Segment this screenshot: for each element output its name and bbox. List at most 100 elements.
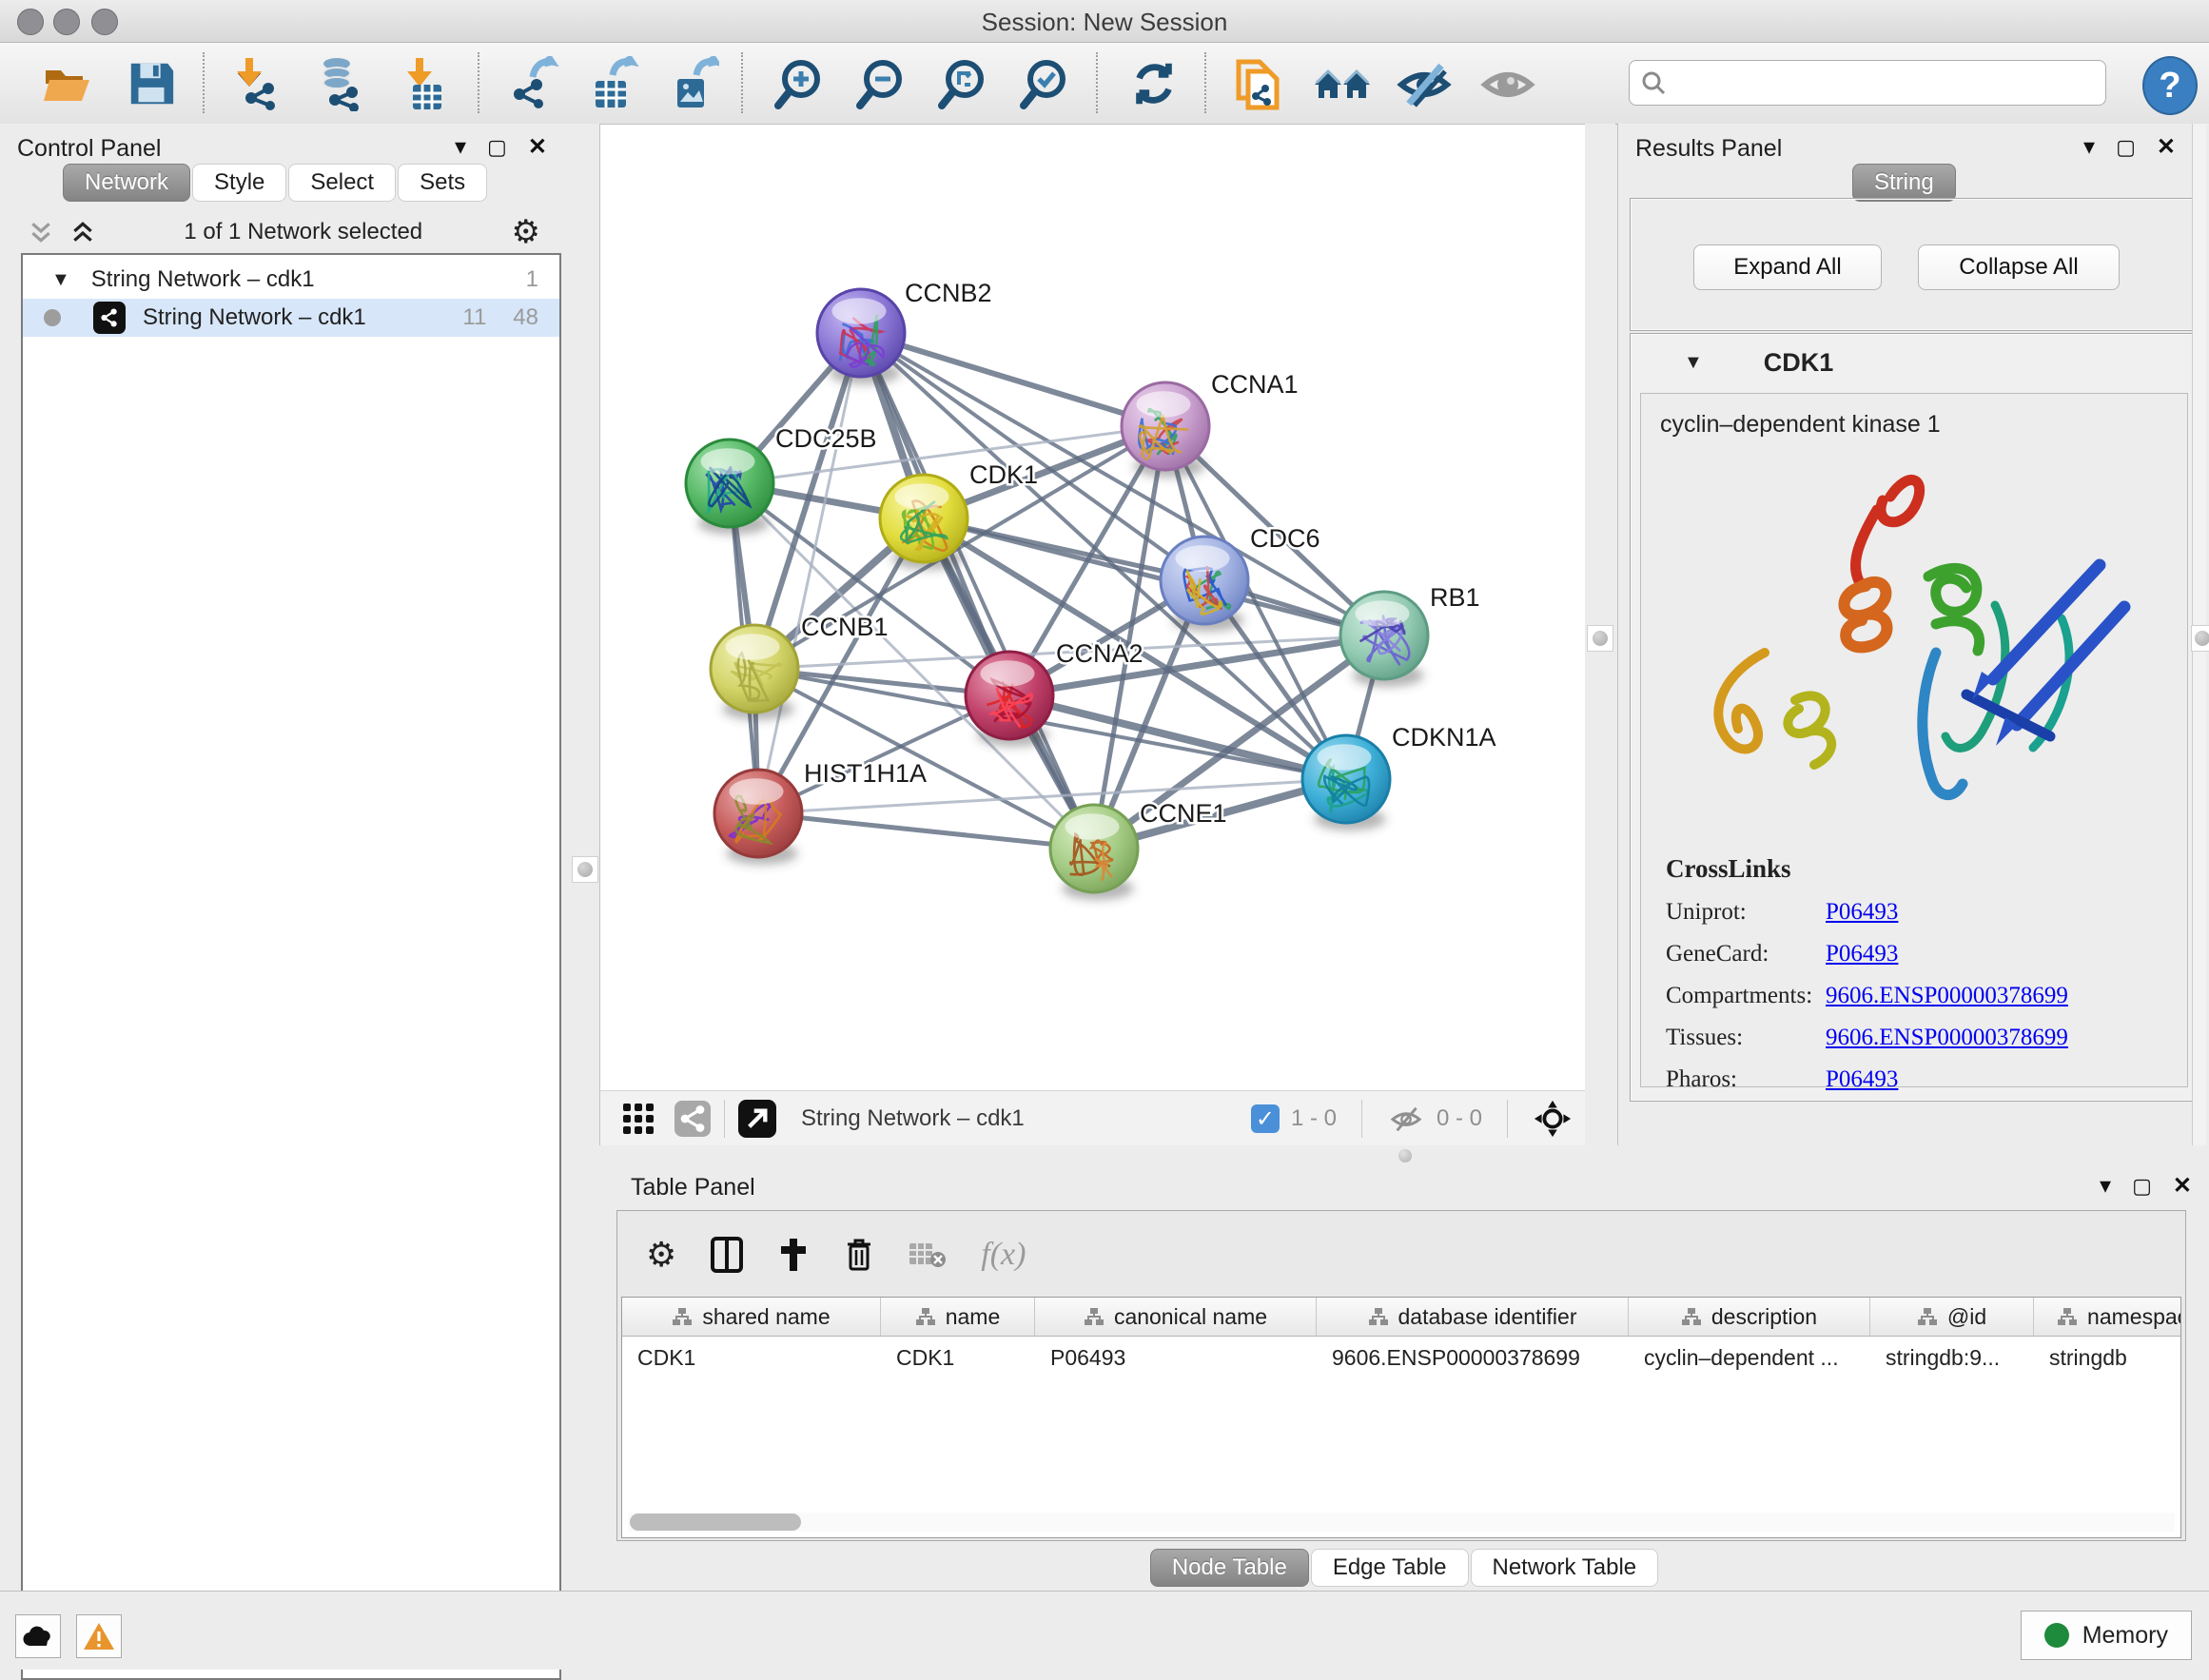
table-cell[interactable]: stringdb:9... (1870, 1337, 2034, 1378)
column-header-canonical-name[interactable]: canonical name (1035, 1298, 1317, 1336)
tab-select[interactable]: Select (288, 164, 396, 202)
column-header-shared-name[interactable]: shared name (622, 1298, 881, 1336)
tab-node-table[interactable]: Node Table (1150, 1549, 1309, 1587)
float-panel-icon[interactable]: ▾ (2083, 133, 2095, 161)
birds-eye-view-icon[interactable] (1533, 1099, 1573, 1139)
crosslink-link[interactable]: P06493 (1826, 941, 1898, 967)
help-button[interactable]: ? (2142, 56, 2198, 115)
left-splitter[interactable] (569, 124, 599, 1147)
detach-view-icon[interactable] (738, 1100, 776, 1138)
network-edge[interactable] (861, 333, 1165, 426)
network-options-gear-icon[interactable]: ⚙ (512, 213, 540, 251)
column-header-description[interactable]: description (1629, 1298, 1870, 1336)
zoom-in-button[interactable] (771, 54, 830, 113)
results-edge-handle[interactable] (2191, 625, 2209, 652)
network-canvas[interactable]: CCNB2CCNA1CDC25BCDK1CDC6RB1CCNB1CCNA2CDK… (599, 124, 1587, 1092)
maximize-panel-icon[interactable]: ▢ (2132, 1174, 2152, 1199)
horizontal-splitter-handle[interactable] (1398, 1149, 1412, 1162)
column-header--id[interactable]: @id (1870, 1298, 2034, 1336)
crosslink-link[interactable]: 9606.ENSP00000378699 (1826, 983, 2068, 1009)
import-table-button[interactable] (396, 54, 455, 113)
network-node-CDKN1A[interactable]: CDKN1A (1302, 723, 1496, 830)
left-splitter-handle[interactable] (572, 856, 598, 883)
import-network-file-button[interactable] (228, 54, 287, 113)
tab-string[interactable]: String (1852, 164, 1956, 202)
network-node-CCNA2[interactable]: CCNA2 (966, 639, 1144, 747)
right-splitter[interactable] (1585, 124, 1615, 1147)
node-table[interactable]: shared namenamecanonical namedatabase id… (621, 1297, 2181, 1538)
tab-network[interactable]: Network (63, 164, 190, 202)
network-graph[interactable]: CCNB2CCNA1CDC25BCDK1CDC6RB1CCNB1CCNA2CDK… (600, 125, 1586, 1091)
save-session-button[interactable] (122, 54, 181, 113)
table-cell[interactable]: CDK1 (881, 1337, 1035, 1378)
zoom-out-button[interactable] (852, 54, 911, 113)
tab-style[interactable]: Style (192, 164, 286, 202)
show-columns-icon[interactable] (711, 1237, 743, 1273)
network-node-CCNA1[interactable]: CCNA1 (1122, 370, 1299, 478)
zoom-fit-button[interactable] (934, 54, 993, 113)
float-panel-icon[interactable]: ▾ (455, 133, 466, 161)
grid-view-icon[interactable] (621, 1102, 655, 1136)
function-builder-icon[interactable]: f(x) (981, 1237, 1026, 1273)
collapse-all-button[interactable]: Collapse All (1918, 244, 2120, 290)
table-cell[interactable]: P06493 (1035, 1337, 1317, 1378)
network-node-CDC25B[interactable]: CDC25B (686, 424, 877, 535)
delete-table-icon[interactable] (909, 1240, 947, 1269)
zoom-selected-button[interactable] (1016, 54, 1075, 113)
export-image-button[interactable] (662, 54, 721, 113)
maximize-panel-icon[interactable]: ▢ (2116, 135, 2136, 160)
table-row[interactable]: CDK1CDK1P064939606.ENSP00000378699cyclin… (622, 1337, 2180, 1378)
network-row-selected[interactable]: String Network – cdk1 11 48 (23, 299, 559, 337)
search-input[interactable] (1673, 68, 2105, 97)
delete-column-icon[interactable] (844, 1237, 874, 1273)
expand-all-button[interactable]: Expand All (1693, 244, 1882, 290)
new-network-from-selection-button[interactable] (1229, 54, 1288, 113)
warning-status-button[interactable] (76, 1614, 122, 1658)
crosslink-link[interactable]: P06493 (1826, 899, 1898, 926)
right-splitter-handle[interactable] (1587, 625, 1613, 652)
table-cell[interactable]: cyclin–dependent ... (1629, 1337, 1870, 1378)
network-node-CCNB2[interactable]: CCNB2 (817, 279, 992, 384)
column-header-name[interactable]: name (881, 1298, 1035, 1336)
refresh-view-button[interactable] (1124, 54, 1183, 113)
export-network-button[interactable] (502, 54, 561, 113)
close-panel-icon[interactable]: ✕ (2173, 1172, 2192, 1200)
close-panel-icon[interactable]: ✕ (528, 133, 547, 161)
open-session-button[interactable] (37, 54, 96, 113)
table-cell[interactable]: stringdb (2034, 1337, 2181, 1378)
section-expander-icon[interactable]: ▼ (1684, 352, 1703, 374)
share-view-icon[interactable] (674, 1101, 711, 1137)
crosslink-link[interactable]: 9606.ENSP00000378699 (1826, 1025, 2068, 1051)
selected-checkbox-icon[interactable]: ✓ (1251, 1104, 1280, 1133)
table-horizontal-scrollbar[interactable] (628, 1513, 2175, 1532)
collection-expander-icon[interactable]: ▼ (51, 269, 70, 291)
hide-selected-button[interactable] (1395, 54, 1454, 113)
gene-section-header[interactable]: ▼ CDK1 (1631, 334, 2198, 391)
horizontal-splitter[interactable] (599, 1145, 2209, 1168)
export-table-button[interactable] (582, 54, 641, 113)
float-panel-icon[interactable]: ▾ (2100, 1172, 2111, 1200)
maximize-panel-icon[interactable]: ▢ (487, 135, 507, 160)
add-column-icon[interactable] (777, 1237, 810, 1273)
network-node-HIST1H1A[interactable]: HIST1H1A (714, 759, 927, 865)
import-network-database-button[interactable] (310, 54, 369, 113)
crosslink-link[interactable]: P06493 (1826, 1066, 1898, 1093)
expand-all-icon[interactable] (70, 220, 95, 244)
column-header-database-identifier[interactable]: database identifier (1317, 1298, 1629, 1336)
table-options-gear-icon[interactable]: ⚙ (646, 1235, 676, 1275)
scrollbar-thumb[interactable] (630, 1514, 801, 1531)
cloud-status-button[interactable] (15, 1614, 61, 1658)
network-edge[interactable] (758, 813, 1094, 849)
memory-button[interactable]: Memory (2021, 1611, 2192, 1660)
show-all-button[interactable] (1478, 54, 1537, 113)
first-neighbors-button[interactable] (1313, 54, 1372, 113)
column-header-namespace[interactable]: namespace (2034, 1298, 2181, 1336)
network-node-RB1[interactable]: RB1 (1340, 583, 1480, 687)
close-panel-icon[interactable]: ✕ (2157, 133, 2176, 161)
collapse-all-icon[interactable] (29, 220, 53, 244)
tab-network-table[interactable]: Network Table (1471, 1549, 1659, 1587)
table-cell[interactable]: 9606.ENSP00000378699 (1317, 1337, 1629, 1378)
network-collection-row[interactable]: ▼ String Network – cdk1 1 (23, 261, 559, 299)
network-node-CDC6[interactable]: CDC6 (1161, 524, 1320, 632)
table-cell[interactable]: CDK1 (622, 1337, 881, 1378)
